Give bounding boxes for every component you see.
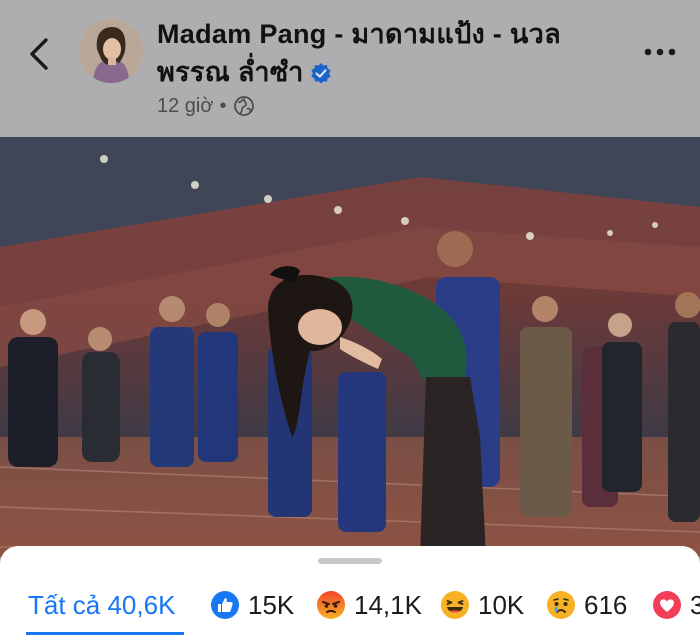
post-header: Madam Pang - มาดามแป้ง - นวลพรรณ ล่ำซำ 1… <box>0 0 700 137</box>
post-time[interactable]: 12 giờ <box>157 95 213 118</box>
meta-separator: • <box>219 94 227 117</box>
like-icon <box>211 591 239 619</box>
love-icon <box>653 591 681 619</box>
post-photo[interactable] <box>0 137 700 557</box>
haha-icon <box>441 591 469 619</box>
tab-all-label: Tất cả 40,6K <box>28 589 176 620</box>
tab-like[interactable]: 15K <box>210 580 294 630</box>
like-count: 15K <box>248 589 295 620</box>
tab-haha[interactable]: 10K <box>440 580 524 630</box>
page-name[interactable]: Madam Pang - มาดามแป้ง - นวลพรรณ ล่ำซำ <box>157 15 627 91</box>
tab-love[interactable]: 3 <box>652 580 700 630</box>
active-tab-indicator <box>26 632 184 635</box>
chevron-left-icon[interactable] <box>24 34 56 74</box>
globe-icon <box>233 96 254 116</box>
tab-sad[interactable]: 616 <box>546 580 627 630</box>
reaction-tabs: Tất cả 40,6K 15K 14,1K 10K 616 3 <box>0 580 700 636</box>
more-horizontal-icon[interactable] <box>640 40 680 64</box>
tab-all-reactions[interactable]: Tất cả 40,6K <box>28 580 175 630</box>
author-name[interactable]: Madam Pang - มาดามแป้ง - นวลพรรณ ล่ำซำ <box>157 19 561 87</box>
angry-count: 14,1K <box>354 589 422 620</box>
post-meta: 12 giờ • <box>157 92 255 120</box>
sheet-drag-handle[interactable] <box>318 558 382 564</box>
avatar[interactable] <box>79 19 143 83</box>
haha-count: 10K <box>478 589 525 620</box>
angry-icon <box>317 591 345 619</box>
sad-icon <box>547 591 575 619</box>
tab-angry[interactable]: 14,1K <box>316 580 422 630</box>
love-count: 3 <box>690 589 700 620</box>
reactions-sheet: Tất cả 40,6K 15K 14,1K 10K 616 3 <box>0 546 700 636</box>
sad-count: 616 <box>584 589 628 620</box>
verified-badge-icon <box>311 63 331 84</box>
